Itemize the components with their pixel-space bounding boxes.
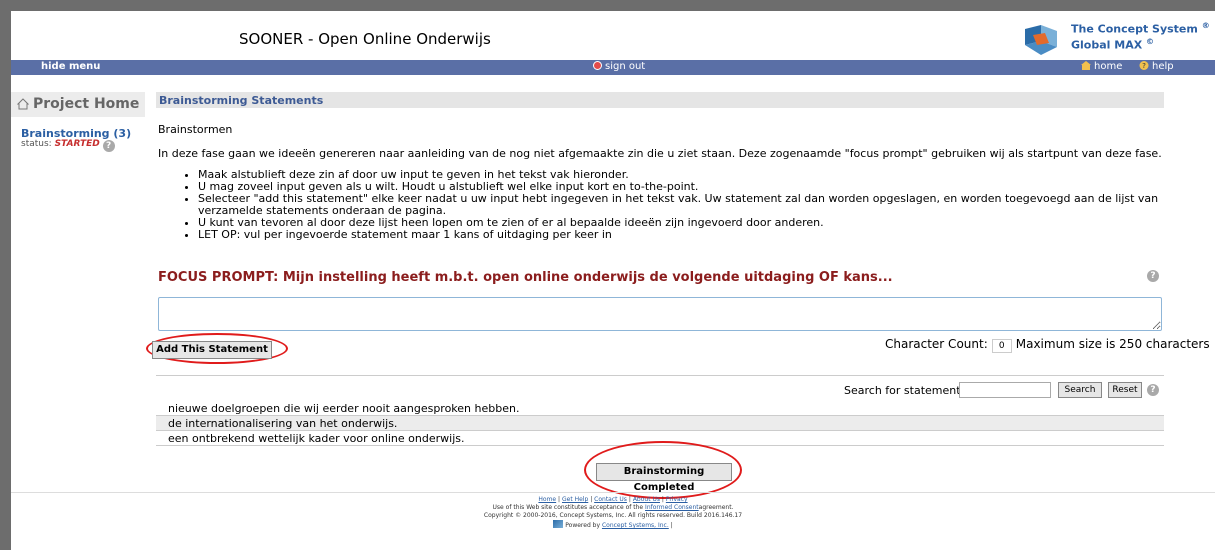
search-button[interactable]: Search [1058,382,1102,398]
project-home-link[interactable]: Project Home [11,92,145,117]
completed-highlight: Brainstorming Completed [584,441,742,499]
search-input[interactable] [959,382,1051,398]
page-frame: SOONER - Open Online Onderwijs The Conce… [11,11,1215,550]
copyright-line: Copyright © 2000-2016, Concept Systems, … [483,512,743,519]
search-label: Search for statements: [844,384,970,397]
sidebar: Project Home Brainstorming (3) status: S… [11,75,151,495]
status-line: status: STARTED ? [21,139,115,152]
sign-out-link[interactable]: sign out [593,61,645,72]
copyright-mark: © [1146,36,1155,46]
status-help-icon[interactable]: ? [102,140,115,152]
brand[interactable]: The Concept System ® Global MAX © [1025,21,1211,61]
home-label: home [1094,61,1123,72]
char-count-label: Character Count: [885,337,988,351]
hide-menu-link[interactable]: hide menu [41,61,100,72]
list-item: de internationalisering van het onderwij… [156,416,1164,431]
brand-line1: The Concept System [1071,22,1198,36]
statements-list: nieuwe doelgroepen die wij eerder nooit … [156,401,1164,446]
footer-link-privacy[interactable]: Privacy [666,496,688,503]
help-label: help [1152,61,1174,72]
instruction-item: LET OP: vul per ingevoerde statement maa… [198,229,1176,241]
statement-input[interactable] [158,297,1162,331]
powered-post: | [670,522,673,529]
footer-divider [11,492,1215,493]
footer-link-home[interactable]: Home [538,496,556,503]
brainstorming-completed-button[interactable]: Brainstorming Completed [596,463,732,493]
house-outline-icon [16,98,30,110]
consent-line: Use of this Web site constitutes accepta… [11,504,1215,512]
help-link[interactable]: ? help [1139,61,1174,72]
concept-systems-link[interactable]: Concept Systems, Inc. [602,522,669,529]
footer-links: Home | Get Help | Contact Us | About Us … [11,496,1215,504]
footer-separator: | [558,496,561,503]
footer: Home | Get Help | Contact Us | About Us … [11,496,1215,530]
footer-link-about[interactable]: About Us [633,496,660,503]
add-statement-highlight: Add This Statement [146,333,288,364]
powered-pre: Powered by [565,522,601,529]
list-item: nieuwe doelgroepen die wij eerder nooit … [156,401,1164,416]
status-badge: STARTED [54,139,100,149]
brand-line2: Global MAX [1071,38,1143,52]
consent-post: agreement. [698,504,734,511]
focus-prompt: FOCUS PROMPT: Mijn instelling heeft m.b.… [158,270,893,285]
search-row: Search for statements: Search Reset ? [156,381,1164,399]
instructions-list: Maak alstublieft deze zin af door uw inp… [186,169,1176,241]
registered-mark: ® [1201,21,1210,30]
focus-help-icon[interactable]: ? [1147,270,1159,282]
nav-bar: hide menu sign out home ? help [11,60,1215,75]
project-home-label: Project Home [33,96,140,112]
sub-heading: Brainstormen [158,123,233,136]
divider [156,375,1164,376]
powered-by-line: Powered by Concept Systems, Inc. | [11,520,1215,530]
section-title: Brainstorming Statements [156,92,1164,108]
instruction-item: Selecteer "add this statement" elke keer… [198,193,1176,217]
intro-text: In deze fase gaan we ideeën genereren na… [158,147,1162,160]
sign-out-icon [593,61,602,70]
home-icon [1081,61,1091,70]
brand-text: The Concept System ® Global MAX © [1071,21,1211,51]
footer-separator: | [661,496,664,503]
concept-system-logo-icon [1025,25,1057,55]
footer-link-get-help[interactable]: Get Help [562,496,588,503]
sign-out-label: sign out [605,61,646,72]
search-help-icon[interactable]: ? [1147,384,1159,396]
header: SOONER - Open Online Onderwijs The Conce… [11,11,1215,60]
character-count: Character Count: 0 Maximum size is 250 cha… [885,337,1210,353]
footer-separator: | [590,496,593,503]
char-count-value: 0 [991,339,1012,353]
footer-link-contact[interactable]: Contact Us [594,496,627,503]
home-link[interactable]: home [1081,61,1122,72]
status-label: status: [21,139,52,149]
consent-pre: Use of this Web site constitutes accepta… [492,504,644,511]
informed-consent-link[interactable]: Informed Consent [645,504,699,511]
add-statement-button[interactable]: Add This Statement [152,341,272,359]
help-icon: ? [1139,61,1149,70]
reset-button[interactable]: Reset [1108,382,1142,398]
svg-text:?: ? [1142,61,1146,70]
footer-separator: | [628,496,631,503]
concept-systems-small-logo-icon [553,520,564,528]
max-size-text: Maximum size is 250 characters [1015,337,1210,351]
site-title: SOONER - Open Online Onderwijs [239,30,491,48]
